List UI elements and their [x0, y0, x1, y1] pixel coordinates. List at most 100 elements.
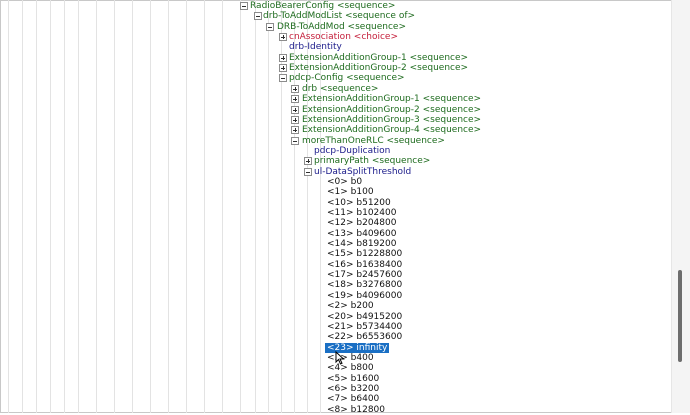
tree-item-label[interactable]: drb-Identity: [287, 42, 344, 52]
collapse-minus-icon[interactable]: [279, 74, 287, 83]
tree-item-label[interactable]: ExtensionAdditionGroup-3 <sequence>: [300, 115, 483, 125]
tree-node[interactable]: pdcp-Config <sequence>: [0, 73, 660, 83]
tree-item-label[interactable]: <4> b800: [325, 363, 376, 373]
tree-leaf-item[interactable]: <14> b819200: [0, 239, 660, 249]
tree-item-label[interactable]: <13> b409600: [325, 229, 398, 239]
tree-item-label[interactable]: <21> b5734400: [325, 322, 404, 332]
tree-leaf-item[interactable]: <16> b1638400: [0, 260, 660, 270]
node-type: <sequence>: [422, 104, 482, 115]
tree-leaf-item[interactable]: <18> b3276800: [0, 280, 660, 290]
tree-node[interactable]: RadioBearerConfig <sequence>: [0, 1, 660, 11]
tree-leaf-item[interactable]: <4> b800: [0, 363, 660, 373]
tree-leaf-item[interactable]: <5> b1600: [0, 374, 660, 384]
tree-node[interactable]: drb-ToAddModList <sequence of>: [0, 11, 660, 21]
tree-item-label[interactable]: <10> b51200: [325, 198, 393, 208]
tree-item-label[interactable]: pdcp-Duplication: [312, 146, 392, 156]
tree-leaf-item[interactable]: <15> b1228800: [0, 249, 660, 259]
collapse-minus-icon[interactable]: [291, 136, 299, 145]
tree-leaf-item[interactable]: <1> b100: [0, 187, 660, 197]
tree-leaf-item[interactable]: <19> b4096000: [0, 291, 660, 301]
tree-item-label[interactable]: <3> b400: [325, 353, 376, 363]
expand-plus-icon[interactable]: [279, 53, 287, 62]
tree-leaf-item[interactable]: <2> b200: [0, 301, 660, 311]
tree-node[interactable]: ul-DataSplitThreshold: [0, 167, 660, 177]
tree-node[interactable]: ExtensionAdditionGroup-1 <sequence>: [0, 53, 660, 63]
expand-plus-icon[interactable]: [304, 157, 312, 166]
tree-item-label[interactable]: <8> b12800: [325, 405, 387, 415]
tree-leaf-item[interactable]: <20> b4915200: [0, 312, 660, 322]
tree-leaf-item[interactable]: <8> b12800: [0, 405, 660, 415]
tree-item-label[interactable]: cnAssociation <choice>: [287, 32, 400, 42]
tree-leaf-item[interactable]: drb-Identity: [0, 42, 660, 52]
tree-leaf-item[interactable]: <17> b2457600: [0, 270, 660, 280]
scrollbar-thumb[interactable]: [678, 270, 682, 362]
tree-node[interactable]: cnAssociation <choice>: [0, 32, 660, 42]
tree-leaf-item[interactable]: <10> b51200: [0, 198, 660, 208]
tree-item-label[interactable]: <15> b1228800: [325, 249, 404, 259]
tree-leaf-item[interactable]: <21> b5734400: [0, 322, 660, 332]
tree-item-label[interactable]: <16> b1638400: [325, 260, 404, 270]
expand-plus-icon[interactable]: [291, 95, 299, 104]
tree-item-label[interactable]: ExtensionAdditionGroup-2 <sequence>: [287, 63, 470, 73]
tree-item-label[interactable]: ul-DataSplitThreshold: [312, 167, 413, 177]
tree-item-label[interactable]: drb-ToAddModList <sequence of>: [261, 11, 417, 21]
tree-item-label[interactable]: <7> b6400: [325, 394, 381, 404]
node-name: ExtensionAdditionGroup-1: [289, 52, 407, 63]
tree-leaf-item[interactable]: <6> b3200: [0, 384, 660, 394]
tree-node[interactable]: ExtensionAdditionGroup-3 <sequence>: [0, 115, 660, 125]
expand-plus-icon[interactable]: [279, 33, 287, 42]
tree-item-label[interactable]: pdcp-Config <sequence>: [287, 73, 407, 83]
tree-item-label[interactable]: drb <sequence>: [300, 84, 380, 94]
tree-item-label[interactable]: <6> b3200: [325, 384, 381, 394]
tree-item-label[interactable]: <5> b1600: [325, 374, 381, 384]
expand-plus-icon[interactable]: [279, 64, 287, 73]
expand-plus-icon[interactable]: [291, 115, 299, 124]
collapse-minus-icon[interactable]: [266, 22, 274, 31]
expand-plus-icon[interactable]: [291, 126, 299, 135]
collapse-minus-icon[interactable]: [240, 2, 248, 10]
tree-item-label[interactable]: <20> b4915200: [325, 312, 404, 322]
tree-node[interactable]: moreThanOneRLC <sequence>: [0, 136, 660, 146]
tree-node[interactable]: ExtensionAdditionGroup-2 <sequence>: [0, 63, 660, 73]
tree-leaf-item[interactable]: <23> infinity: [0, 342, 660, 353]
tree-node[interactable]: primaryPath <sequence>: [0, 156, 660, 166]
tree-item-label[interactable]: moreThanOneRLC <sequence>: [300, 136, 447, 146]
tree-item-label[interactable]: ExtensionAdditionGroup-1 <sequence>: [287, 53, 470, 63]
tree-item-label[interactable]: <2> b200: [325, 301, 376, 311]
tree-leaf-item[interactable]: pdcp-Duplication: [0, 146, 660, 156]
tree-node[interactable]: drb <sequence>: [0, 84, 660, 94]
tree-leaf-item[interactable]: <12> b204800: [0, 218, 660, 228]
collapse-minus-icon[interactable]: [304, 167, 312, 176]
tree-item-label[interactable]: <14> b819200: [325, 239, 398, 249]
tree-item-label[interactable]: <19> b4096000: [325, 291, 404, 301]
tree-item-label[interactable]: <11> b102400: [325, 208, 398, 218]
tree-leaf-item[interactable]: <13> b409600: [0, 229, 660, 239]
tree-item-label[interactable]: <0> b0: [325, 177, 364, 187]
tree-item-label[interactable]: ExtensionAdditionGroup-4 <sequence>: [300, 125, 483, 135]
tree-leaf-item[interactable]: <0> b0: [0, 177, 660, 187]
expand-plus-icon[interactable]: [291, 105, 299, 114]
tree-item-label[interactable]: <12> b204800: [325, 218, 398, 228]
tree-item-label[interactable]: DRB-ToAddMod <sequence>: [275, 22, 408, 32]
tree-node[interactable]: DRB-ToAddMod <sequence>: [0, 22, 660, 32]
tree-node[interactable]: ExtensionAdditionGroup-4 <sequence>: [0, 125, 660, 135]
tree-leaf-item[interactable]: <11> b102400: [0, 208, 660, 218]
tree-item-label[interactable]: ExtensionAdditionGroup-2 <sequence>: [300, 105, 483, 115]
node-name: ExtensionAdditionGroup-4: [302, 125, 420, 136]
tree-item-label[interactable]: <22> b6553600: [325, 332, 404, 342]
tree-node[interactable]: ExtensionAdditionGroup-2 <sequence>: [0, 105, 660, 115]
tree-item-label[interactable]: RadioBearerConfig <sequence>: [248, 1, 397, 11]
node-name: <17> b2457600: [327, 270, 403, 281]
vertical-scrollbar[interactable]: [671, 0, 690, 413]
tree-item-label[interactable]: <18> b3276800: [325, 280, 404, 290]
tree-item-label[interactable]: ExtensionAdditionGroup-1 <sequence>: [300, 94, 483, 104]
tree-item-label[interactable]: <1> b100: [325, 187, 376, 197]
tree-leaf-item[interactable]: <22> b6553600: [0, 332, 660, 342]
node-type: <choice>: [353, 32, 399, 43]
expand-plus-icon[interactable]: [291, 84, 299, 93]
tree-leaf-item[interactable]: <7> b6400: [0, 394, 660, 404]
tree-node[interactable]: ExtensionAdditionGroup-1 <sequence>: [0, 94, 660, 104]
tree-item-label[interactable]: <17> b2457600: [325, 270, 404, 280]
tree-item-label[interactable]: primaryPath <sequence>: [312, 156, 432, 166]
tree-leaf-item[interactable]: <3> b400: [0, 353, 660, 363]
